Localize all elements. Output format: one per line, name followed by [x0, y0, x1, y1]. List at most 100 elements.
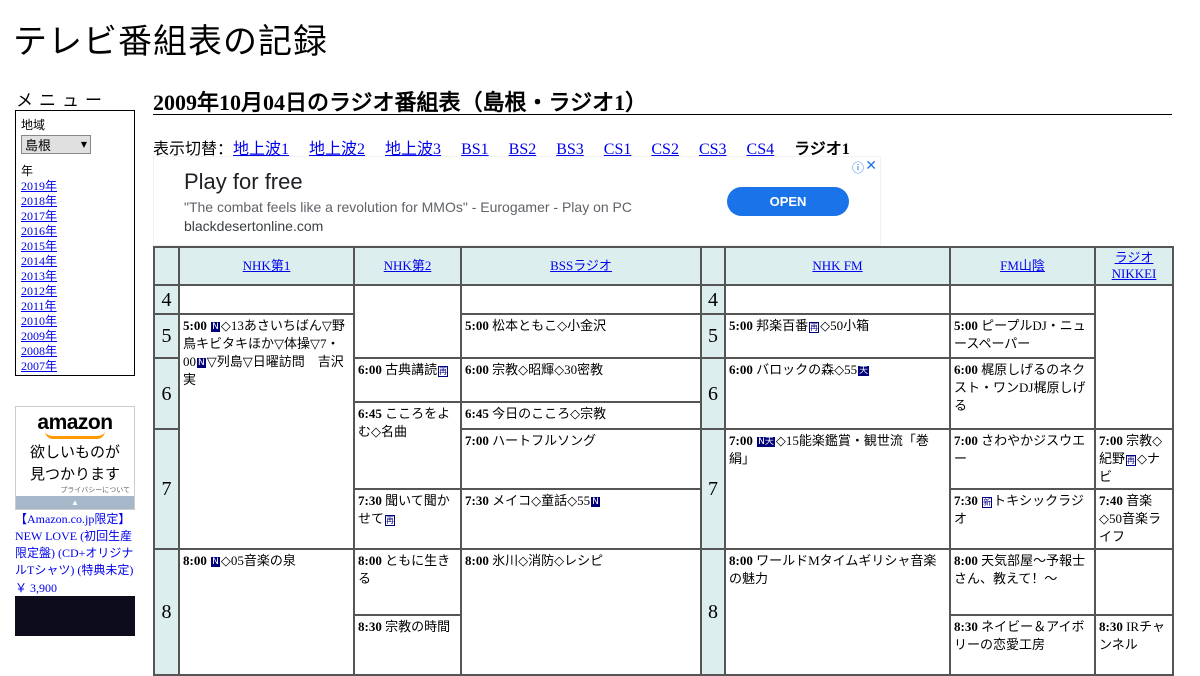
news-icon: N — [211, 557, 220, 568]
program-empty — [460, 284, 702, 315]
program-cell[interactable]: 8:00 氷川◇消防◇レシピ — [460, 548, 702, 676]
menu-title: メニュー — [16, 91, 108, 111]
program-cell[interactable]: 5:00 ピープルDJ・ニュースペーパー — [949, 313, 1096, 359]
program-cell[interactable]: 7:00 N天 ◇15能楽鑑賞・観世流「巻絹」 — [724, 428, 951, 550]
hour-label: 8 — [700, 548, 726, 676]
region-select[interactable]: 島根 ▼ — [21, 135, 91, 154]
hour-label: 5 — [153, 313, 180, 359]
weather-icon: 天 — [858, 366, 870, 377]
ad-domain: blackdesertonline.com — [184, 218, 324, 234]
year-link-2016[interactable]: 2016年 — [21, 224, 129, 239]
channel-header-nhk1: NHK第1 — [178, 246, 355, 286]
channel-link-nhkfm[interactable]: NHK FM — [812, 258, 862, 273]
year-link-2010[interactable]: 2010年 — [21, 314, 129, 329]
amazon-copy-line2: 見つかります — [29, 465, 120, 483]
year-link-2008[interactable]: 2008年 — [21, 344, 129, 359]
hour-label: 4 — [700, 284, 726, 315]
program-cell[interactable]: 7:30 新トキシックラジオ — [949, 488, 1096, 550]
region-label: 地域 — [21, 118, 46, 132]
hour-label: 4 — [153, 284, 180, 315]
hour-label: 5 — [700, 313, 726, 359]
site-title: テレビ番組表の記録 — [13, 22, 328, 62]
year-link-2011[interactable]: 2011年 — [21, 299, 129, 314]
program-cell[interactable]: 7:00 ハートフルソング — [460, 428, 702, 490]
program-cell[interactable]: 5:00 邦楽百番再 ◇50小箱 — [724, 313, 951, 359]
news-weather-icon: N天 — [757, 437, 775, 448]
ad-info-icon[interactable]: ⓘ — [852, 159, 864, 176]
amazon-scroll-up-icon[interactable]: ▲ — [16, 496, 134, 509]
channel-header-bss: BSSラジオ — [460, 246, 702, 286]
year-link-2007[interactable]: 2007年 — [21, 359, 129, 374]
program-cell[interactable]: 8:00 ワールドMタイムギリシャ音楽の魅力 — [724, 548, 951, 676]
amazon-banner[interactable]: amazon 欲しいものが 見つかります プライバシーについて ▲ — [15, 406, 135, 510]
ad-banner[interactable]: Play for free "The combat feels like a r… — [153, 156, 881, 246]
year-link-2012[interactable]: 2012年 — [21, 284, 129, 299]
program-cell[interactable]: 6:00 梶原しげるのネクスト・ワンDJ梶原しげる — [949, 357, 1096, 430]
rerun-icon: 再 — [809, 321, 820, 333]
program-cell[interactable]: 7:30 聞いて聞かせて再 — [353, 488, 462, 550]
program-cell[interactable]: 5:00 松本ともこ◇小金沢 — [460, 313, 702, 359]
rerun-icon: 再 — [385, 514, 396, 526]
program-cell[interactable]: 6:45 こころをよむ◇名曲 — [353, 401, 462, 490]
amazon-copy: 欲しいものが 見つかります — [16, 441, 134, 485]
amazon-copy-line1: 欲しいものが — [29, 443, 120, 461]
program-empty — [353, 284, 462, 359]
program-cell[interactable]: 7:40 音楽◇50音楽ライフ — [1094, 488, 1174, 550]
amazon-logo: amazon — [37, 411, 113, 434]
year-link-2014[interactable]: 2014年 — [21, 254, 129, 269]
channel-link-nikkei[interactable]: ラジオNIKKEI — [1112, 250, 1157, 281]
news-icon: N — [211, 322, 220, 333]
hour-label: 8 — [153, 548, 180, 676]
new-icon: 新 — [982, 496, 993, 508]
program-cell[interactable]: 7:00 さわやかジスウエー — [949, 428, 1096, 490]
year-list: 2019年 2018年 2017年 2016年 2015年 2014年 2013… — [21, 179, 129, 374]
channel-link-nhk1[interactable]: NHK第1 — [243, 258, 291, 273]
ad-quote: "The combat feels like a revolution for … — [184, 199, 632, 215]
channel-link-fmsanin[interactable]: FM山陰 — [1000, 258, 1045, 273]
year-link-2017[interactable]: 2017年 — [21, 209, 129, 224]
program-cell[interactable]: 6:00 古典講読再 — [353, 357, 462, 403]
ad-close-icon[interactable]: ✕ — [865, 157, 877, 174]
grid-corner — [153, 246, 180, 286]
news-icon: N — [197, 358, 206, 369]
program-cell[interactable]: 6:00 宗教◇昭輝◇30密教 — [460, 357, 702, 403]
program-empty — [724, 284, 951, 315]
program-cell[interactable]: 7:00 宗教◇紀野再 ◇ナビ — [1094, 428, 1174, 490]
region-select-value: 島根 — [25, 139, 52, 154]
news-icon: N — [591, 497, 600, 508]
hour-label: 7 — [700, 428, 726, 550]
program-cell[interactable]: 8:00 天気部屋～予報士さん、教えて！～ — [949, 548, 1096, 616]
channel-header-nhkfm: NHK FM — [724, 246, 951, 286]
rerun-icon: 再 — [1126, 454, 1137, 466]
program-empty — [178, 284, 355, 315]
program-empty — [949, 284, 1096, 315]
ad-open-button[interactable]: OPEN — [727, 187, 849, 216]
program-cell[interactable]: 7:30 メイコ◇童話◇55 N — [460, 488, 702, 550]
program-cell[interactable]: 6:45 今日のこころ◇宗教 — [460, 401, 702, 430]
channel-header-nhk2: NHK第2 — [353, 246, 462, 286]
program-empty — [1094, 284, 1174, 430]
program-cell[interactable]: 8:30 IRチャンネル — [1094, 614, 1174, 676]
program-cell[interactable]: 8:30 宗教の時間 — [353, 614, 462, 676]
year-link-2013[interactable]: 2013年 — [21, 269, 129, 284]
program-cell[interactable]: 6:00 バロックの森◇55 天 — [724, 357, 951, 430]
amazon-product-link[interactable]: 【Amazon.co.jp限定】NEW LOVE (初回生産限定盤) (CD+オ… — [15, 511, 137, 579]
amazon-product-image[interactable] — [15, 596, 135, 636]
amazon-privacy-link[interactable]: プライバシーについて — [60, 485, 130, 495]
program-cell[interactable]: 5:00 N ◇13あさいちばん▽野鳥キビタキほか▽体操▽7・00 N ▽列島▽日曜訪… — [178, 313, 355, 550]
year-link-2009[interactable]: 2009年 — [21, 329, 129, 344]
ad-headline[interactable]: Play for free — [184, 169, 303, 195]
page-title: 2009年10月04日のラジオ番組表（島根・ラジオ1） — [153, 85, 1172, 115]
hour-label: 6 — [153, 357, 180, 430]
year-link-2015[interactable]: 2015年 — [21, 239, 129, 254]
year-link-2019[interactable]: 2019年 — [21, 179, 129, 194]
channel-link-nhk2[interactable]: NHK第2 — [384, 258, 432, 273]
program-cell[interactable]: 8:00 N ◇05音楽の泉 — [178, 548, 355, 676]
program-cell[interactable]: 8:30 ネイビー＆アイボリーの恋愛工房 — [949, 614, 1096, 676]
grid-corner-2 — [700, 246, 726, 286]
year-label: 年 — [21, 164, 34, 178]
chevron-down-icon: ▼ — [80, 140, 87, 149]
program-cell[interactable]: 8:00 ともに生きる — [353, 548, 462, 616]
year-link-2018[interactable]: 2018年 — [21, 194, 129, 209]
channel-link-bss[interactable]: BSSラジオ — [550, 258, 612, 273]
